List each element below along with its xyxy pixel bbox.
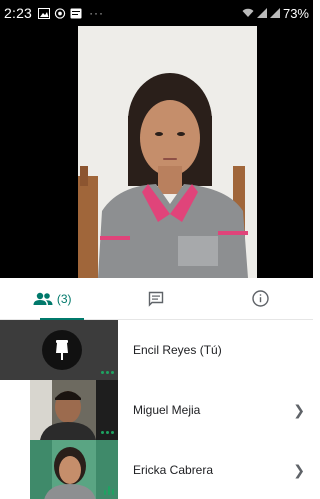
battery-level: 73%	[282, 5, 309, 21]
status-bar: 2:23 ··· 73%	[0, 0, 313, 26]
participant-name: Miguel Mejia	[133, 403, 201, 417]
message-icon	[70, 8, 82, 18]
audio-level-icon	[104, 486, 114, 495]
status-right: 73%	[242, 6, 309, 21]
participant-video-tile	[30, 440, 118, 499]
video-frame	[78, 26, 257, 278]
participant-video-tile	[30, 380, 118, 440]
signal-2-icon	[269, 8, 280, 18]
tab-chat[interactable]	[104, 278, 208, 319]
participant-name: Encil Reyes (Tú)	[133, 343, 222, 357]
signal-1-icon	[256, 8, 267, 18]
tab-bar: (3)	[0, 278, 313, 320]
info-icon	[252, 290, 270, 307]
participant-row-ericka[interactable]: Ericka Cabrera ❯	[0, 440, 313, 499]
people-icon	[33, 292, 53, 305]
status-time: 2:23	[4, 5, 33, 21]
whatsapp-icon	[54, 7, 66, 19]
participant-name: Ericka Cabrera	[133, 463, 214, 477]
participant-row-self[interactable]: Encil Reyes (Tú)	[0, 320, 313, 380]
participants-list: Encil Reyes (Tú) Miguel Mejia ❯ Ericka C…	[0, 320, 313, 499]
people-count: (3)	[56, 291, 72, 306]
chat-icon	[149, 291, 164, 307]
wifi-icon	[242, 8, 254, 17]
tab-info[interactable]	[209, 278, 313, 319]
chevron-right-icon: ❯	[293, 401, 305, 418]
participant-row-miguel[interactable]: Miguel Mejia ❯	[0, 380, 313, 440]
chevron-right-icon: ❯	[293, 461, 305, 478]
speaking-dots	[101, 371, 114, 374]
participant-video-feed	[78, 26, 257, 278]
gallery-icon	[38, 7, 51, 19]
main-video[interactable]	[0, 26, 313, 278]
more-notifications-dots: ···	[89, 6, 105, 20]
tab-people[interactable]: (3)	[0, 278, 104, 320]
self-tile	[0, 320, 118, 380]
speaking-dots	[101, 431, 114, 434]
